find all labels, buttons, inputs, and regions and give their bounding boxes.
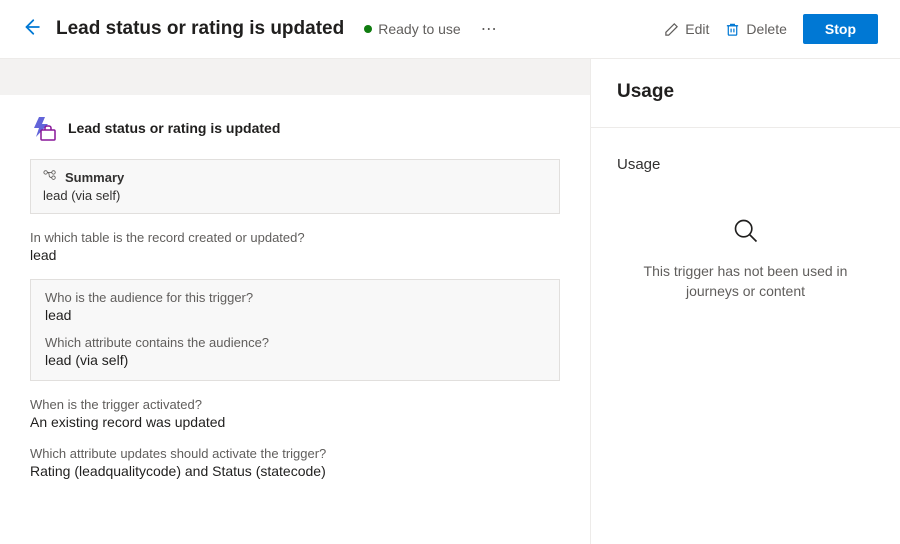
summary-value: lead (via self)	[43, 188, 547, 203]
page-title: Lead status or rating is updated	[56, 18, 344, 40]
stop-button[interactable]: Stop	[803, 14, 878, 44]
audience-attr-field: Which attribute contains the audience? l…	[45, 335, 545, 368]
updates-label: Which attribute updates should activate …	[30, 446, 560, 461]
audience-card: Who is the audience for this trigger? le…	[30, 279, 560, 381]
updates-value: Rating (leadqualitycode) and Status (sta…	[30, 463, 560, 479]
usage-heading: Usage	[617, 81, 874, 103]
table-field: In which table is the record created or …	[30, 230, 560, 263]
usage-empty-state: This trigger has not been used in journe…	[617, 217, 874, 301]
audience-value: lead	[45, 307, 545, 323]
summary-card: Summary lead (via self)	[30, 159, 560, 214]
audience-field: Who is the audience for this trigger? le…	[45, 290, 545, 323]
flow-icon	[43, 168, 57, 186]
status-pill: Ready to use	[364, 21, 461, 37]
audience-attr-label: Which attribute contains the audience?	[45, 335, 545, 350]
audience-attr-value: lead (via self)	[45, 352, 545, 368]
updates-field: Which attribute updates should activate …	[30, 446, 560, 479]
table-value: lead	[30, 247, 560, 263]
usage-empty-text: This trigger has not been used in journe…	[617, 262, 874, 301]
delete-label: Delete	[746, 21, 786, 37]
content-area: Lead status or rating is updated Summary…	[0, 59, 900, 544]
status-text: Ready to use	[378, 21, 461, 37]
trigger-title: Lead status or rating is updated	[68, 120, 280, 136]
trash-icon	[725, 22, 740, 37]
trigger-header: Lead status or rating is updated	[30, 115, 560, 141]
back-arrow-icon[interactable]	[22, 18, 40, 41]
activated-label: When is the trigger activated?	[30, 397, 560, 412]
magnifier-icon	[732, 217, 760, 250]
main-column: Lead status or rating is updated Summary…	[0, 59, 590, 544]
status-dot-icon	[364, 25, 372, 33]
activated-value: An existing record was updated	[30, 414, 560, 430]
table-label: In which table is the record created or …	[30, 230, 560, 245]
header-actions: Edit Delete Stop	[664, 14, 878, 44]
more-actions-button[interactable]: ⋯	[481, 19, 499, 39]
activated-field: When is the trigger activated? An existi…	[30, 397, 560, 430]
page-header: Lead status or rating is updated Ready t…	[0, 0, 900, 59]
pencil-icon	[664, 22, 679, 37]
usage-panel: Usage Usage This trigger has not been us…	[590, 59, 900, 544]
lightning-briefcase-icon	[30, 115, 56, 141]
edit-label: Edit	[685, 21, 709, 37]
summary-label: Summary	[65, 170, 124, 185]
edit-button[interactable]: Edit	[664, 21, 709, 37]
audience-label: Who is the audience for this trigger?	[45, 290, 545, 305]
usage-divider	[591, 127, 900, 128]
delete-button[interactable]: Delete	[725, 21, 786, 37]
usage-sub-heading: Usage	[617, 156, 874, 173]
